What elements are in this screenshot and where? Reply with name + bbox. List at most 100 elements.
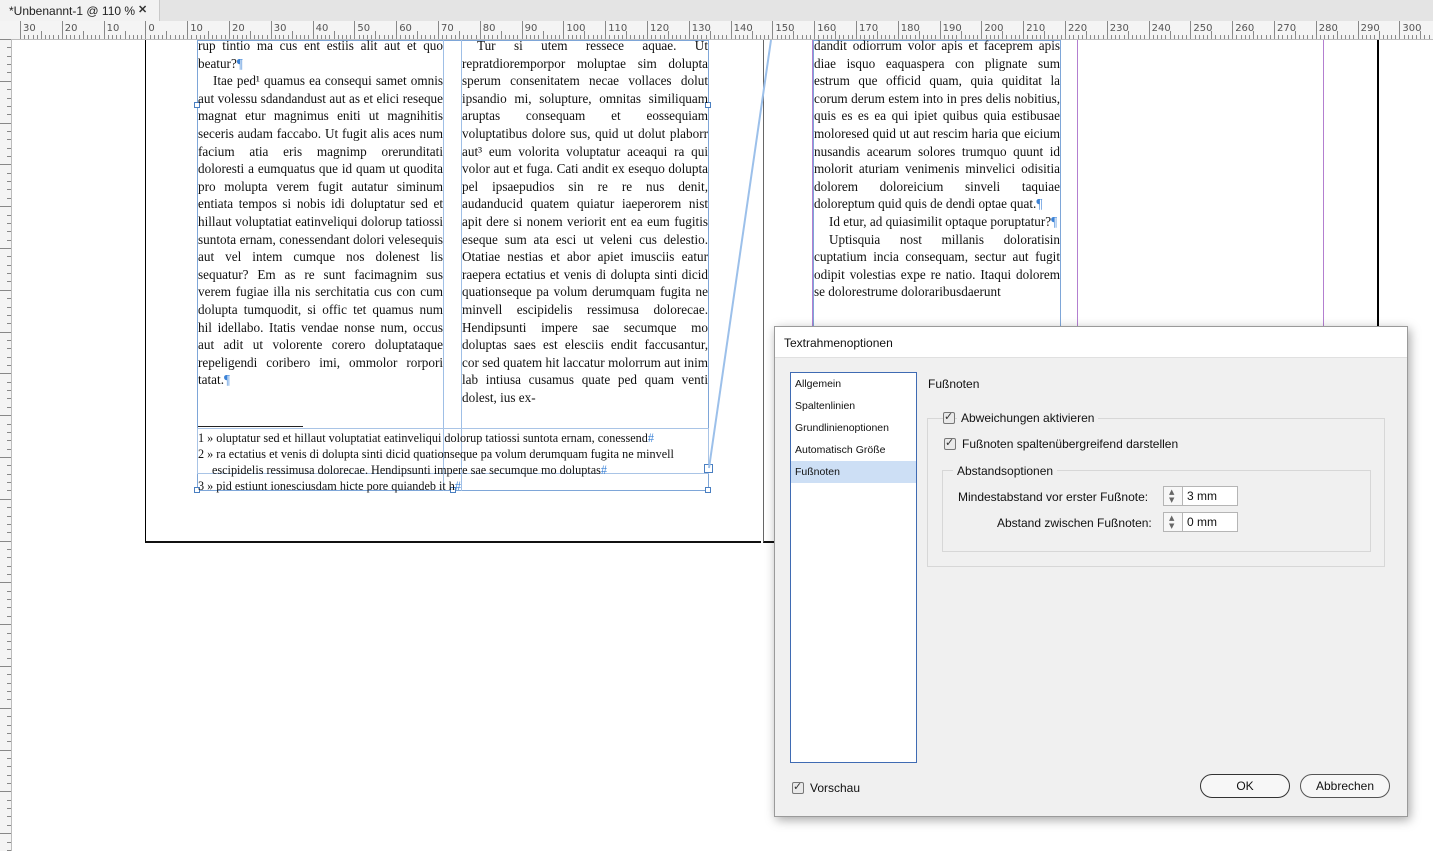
ruler-tick — [7, 615, 11, 617]
ruler-tick — [7, 757, 11, 759]
ruler-tick — [1182, 35, 1184, 39]
ruler-tick — [1378, 31, 1380, 39]
ruler-tick — [7, 682, 11, 684]
nav-item-fussnoten[interactable]: Fußnoten — [791, 461, 916, 483]
ruler-label: 110 — [608, 23, 628, 34]
span-columns-label[interactable]: Fußnoten spaltenübergreifend darstellen — [962, 437, 1178, 451]
ruler-tick — [1094, 35, 1096, 39]
preview-checkbox[interactable] — [792, 780, 804, 794]
ruler-tick — [1131, 35, 1133, 39]
ruler-label: 70 — [441, 23, 454, 34]
ruler-label: 30 — [23, 23, 36, 34]
ruler-tick — [162, 35, 164, 39]
ruler-tick — [1278, 35, 1280, 39]
ruler-tick — [1098, 35, 1100, 39]
close-icon[interactable]: ✕ — [138, 3, 147, 16]
ruler-label: 30 — [273, 23, 287, 34]
ruler-tick — [124, 31, 126, 39]
deviations-checkbox[interactable] — [943, 410, 955, 424]
between-spacing-input[interactable]: 0 mm — [1182, 512, 1238, 532]
nav-item-grundlinienoptionen[interactable]: Grundlinienoptionen — [791, 417, 916, 439]
ruler-label: 10 — [106, 23, 120, 34]
ruler-tick — [1106, 21, 1108, 39]
ruler-tick — [1365, 35, 1367, 39]
ruler-tick — [1102, 35, 1104, 39]
min-spacing-input[interactable]: 3 mm — [1182, 486, 1238, 506]
ruler-tick — [0, 707, 11, 709]
nav-item-allgemein[interactable]: Allgemein — [791, 373, 916, 395]
cancel-button[interactable]: Abbrechen — [1300, 774, 1390, 798]
ruler-tick — [1244, 35, 1246, 39]
nav-item-auto-size[interactable]: Automatisch Größe ändern — [791, 439, 916, 478]
ruler-tick — [0, 164, 11, 166]
ruler-label: 260 — [1235, 23, 1255, 34]
ruler-tick — [7, 783, 11, 785]
preview-label[interactable]: Vorschau — [810, 781, 860, 795]
text-column-1: rup tintio ma cus ent estiis alit aut et… — [198, 37, 443, 408]
ruler-tick — [7, 515, 11, 517]
ruler-tick — [780, 35, 782, 39]
text-column-right: dandit odiorrum volor apis et faceprem a… — [814, 37, 1060, 326]
ruler-label: 240 — [1151, 23, 1171, 34]
between-spacing-stepper[interactable]: ▲ ▼ — [1163, 512, 1183, 532]
span-columns-checkbox[interactable] — [944, 436, 956, 450]
ruler-tick — [1186, 35, 1188, 39]
ruler-label: 210 — [1026, 23, 1046, 34]
ruler-tick — [1319, 35, 1321, 39]
ruler-label: 150 — [775, 23, 795, 34]
ruler-tick — [446, 35, 448, 39]
ruler-tick — [7, 189, 11, 191]
frame-handle[interactable] — [705, 487, 711, 493]
dialog-title: Textrahmenoptionen — [784, 336, 893, 350]
ruler-tick — [7, 114, 11, 116]
ruler-tick — [7, 281, 11, 283]
ruler-tick — [1194, 35, 1196, 39]
min-spacing-stepper[interactable]: ▲ ▼ — [1163, 486, 1183, 506]
deviations-label[interactable]: Abweichungen aktivieren — [957, 411, 1099, 425]
ruler-tick — [1119, 35, 1121, 39]
ruler-tick — [1136, 35, 1138, 39]
ruler-tick — [1073, 35, 1075, 39]
ruler-tick — [1370, 35, 1372, 39]
text-frame-options-dialog: Textrahmenoptionen Allgemein Spaltenlini… — [774, 326, 1408, 817]
ruler-tick — [91, 35, 93, 39]
ruler-tick — [7, 841, 11, 843]
ruler-tick — [1144, 35, 1146, 39]
nav-item-spaltenlinien[interactable]: Spaltenlinien — [791, 395, 916, 417]
ruler-tick — [7, 732, 11, 734]
chevron-down-icon: ▼ — [1169, 496, 1175, 504]
ruler-tick — [178, 35, 180, 39]
ruler-tick — [0, 80, 11, 82]
ruler-label: 100 — [566, 23, 586, 34]
ruler-tick — [1090, 35, 1092, 39]
ok-button[interactable]: OK — [1200, 774, 1290, 798]
ruler-tick — [153, 35, 155, 39]
ruler-label: 50 — [357, 23, 371, 34]
footnote-2-continued: escipidelis ressimusa dolorecae. Hendips… — [212, 463, 607, 477]
ruler-tick — [7, 222, 11, 224]
ruler-tick — [450, 35, 452, 39]
paragraph: rup tintio ma cus ent estiis alit aut et… — [198, 38, 443, 71]
ruler-tick — [1223, 35, 1225, 39]
ruler-tick — [7, 724, 11, 726]
ruler-tick — [7, 482, 11, 484]
ruler-tick — [1307, 35, 1309, 39]
ruler-tick — [78, 35, 80, 39]
ruler-tick — [183, 35, 185, 39]
ruler-label: 10 — [190, 23, 203, 34]
ruler-tick — [7, 741, 11, 743]
ruler-tick — [1391, 35, 1393, 39]
ruler-tick — [95, 35, 97, 39]
ruler-tick — [801, 35, 803, 39]
ruler-tick — [7, 507, 11, 509]
ruler-tick — [793, 31, 795, 39]
ruler-tick — [7, 147, 11, 149]
ruler-tick — [0, 666, 11, 667]
document-tab[interactable]: *Unbenannt-1 @ 110 % ✕ — [0, 0, 160, 21]
ruler-tick — [1299, 35, 1301, 39]
between-spacing-label: Abstand zwischen Fußnoten: — [997, 516, 1152, 530]
vertical-ruler[interactable] — [0, 39, 12, 851]
ruler-tick — [7, 440, 11, 442]
ruler-label: 60 — [399, 23, 412, 34]
ruler-tick — [86, 35, 88, 39]
